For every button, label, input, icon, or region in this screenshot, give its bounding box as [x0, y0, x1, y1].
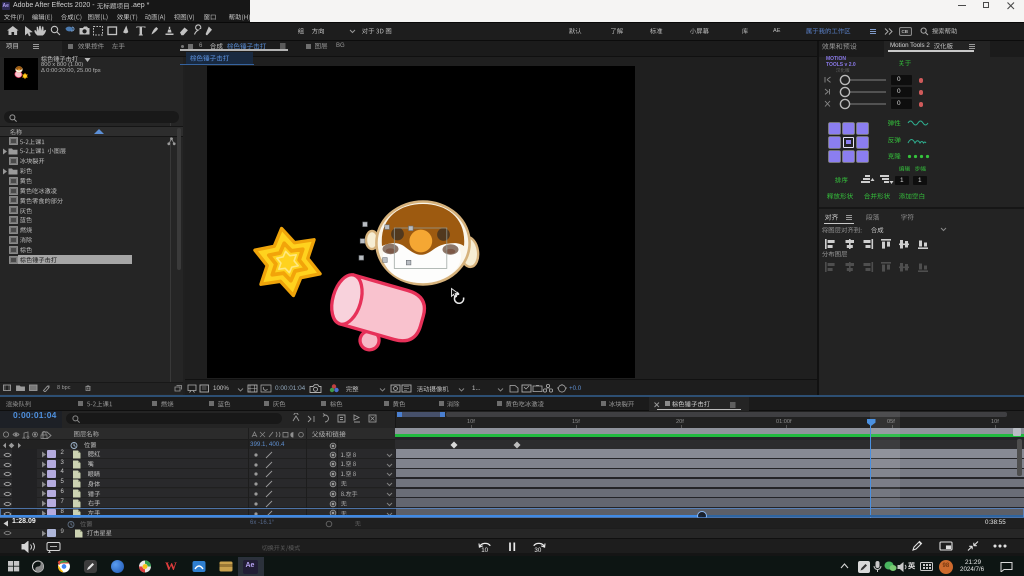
svg-text:10: 10	[481, 547, 488, 554]
svg-text:30: 30	[534, 547, 541, 554]
